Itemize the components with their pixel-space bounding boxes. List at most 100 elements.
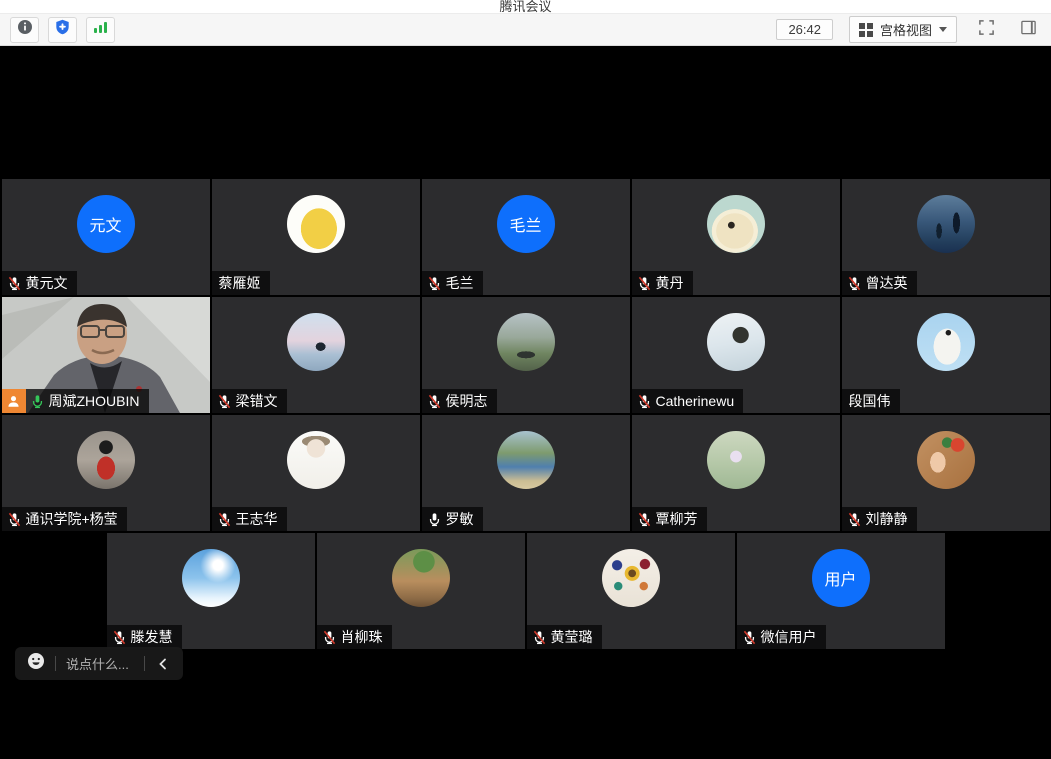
participant-name: 罗敏 [446,509,474,529]
mic-active-icon [30,394,45,409]
participant-name-label: 梁错文 [212,389,287,413]
participant-name: 毛兰 [446,273,474,293]
mic-muted-icon [637,394,652,409]
participant-name-label: 段国伟 [842,389,900,413]
participant-tile[interactable]: 段国伟 [842,297,1050,413]
participant-name: 王志华 [236,509,278,529]
participant-tile[interactable]: 侯明志 [422,297,630,413]
participant-tile[interactable]: 用户微信用户 [737,533,945,649]
security-button[interactable] [48,17,77,43]
participant-name: 梁错文 [236,391,278,411]
participant-name: 侯明志 [446,391,488,411]
participant-name-label: 罗敏 [422,507,483,531]
participant-tile[interactable]: 蔡雁姬 [212,179,420,295]
participant-name: 肖柳珠 [341,627,383,647]
chevron-left-icon[interactable] [155,656,171,672]
participant-tile[interactable]: 通识学院+杨莹 [2,415,210,531]
chat-input-bar[interactable]: 说点什么... [15,647,183,680]
view-mode-label: 宫格视图 [880,20,932,39]
participant-name: 段国伟 [849,391,891,411]
participant-tile[interactable]: Catherinewu [632,297,840,413]
participant-name: 滕发慧 [131,627,173,647]
participant-tile[interactable]: 周斌ZHOUBIN [2,297,210,413]
info-icon [17,19,33,40]
participant-name-label: 黄丹 [632,271,693,295]
sidebar-toggle-icon [1020,19,1037,41]
mic-muted-icon [112,630,127,645]
mic-muted-icon [7,512,22,527]
participant-tile[interactable]: 覃柳芳 [632,415,840,531]
participant-tile[interactable]: 罗敏 [422,415,630,531]
participant-tile[interactable]: 曾达英 [842,179,1050,295]
participant-avatar [392,549,450,607]
meeting-toolbar: 26:42 宫格视图 [0,14,1051,46]
participant-avatar [287,313,345,371]
mic-muted-icon [637,276,652,291]
participant-tile[interactable]: 黄莹璐 [527,533,735,649]
participant-tile[interactable]: 黄丹 [632,179,840,295]
participant-tile[interactable]: 肖柳珠 [317,533,525,649]
participant-name-label: 王志华 [212,507,287,531]
chat-message-input[interactable]: 说点什么... [66,654,134,673]
mic-muted-icon [847,512,862,527]
participant-tile[interactable]: 毛兰毛兰 [422,179,630,295]
participant-name: 黄莹璐 [551,627,593,647]
participant-tile[interactable]: 元文黄元文 [2,179,210,295]
participant-grid-row: 周斌ZHOUBIN 梁错文 侯明志 Catherinewu 段国伟 [0,297,1051,413]
mic-muted-icon [742,630,757,645]
participant-name-label: 刘静静 [842,507,917,531]
participant-avatar [287,195,345,253]
participant-avatar [497,431,555,489]
participant-name-label: 侯明志 [422,389,497,413]
divider [144,656,145,671]
participant-avatar [287,431,345,489]
info-button[interactable] [10,17,39,43]
video-grid-area: 元文黄元文蔡雁姬毛兰毛兰黄丹曾达英 周斌ZHOUBIN梁错文侯明志Catheri… [0,46,1051,759]
participant-avatar [707,313,765,371]
participant-name-label: 覃柳芳 [632,507,707,531]
host-badge-icon [2,389,26,413]
participant-name: 曾达英 [866,273,908,293]
smiley-icon[interactable] [27,652,45,675]
participant-grid: 元文黄元文蔡雁姬毛兰毛兰黄丹曾达英 周斌ZHOUBIN梁错文侯明志Catheri… [0,179,1051,649]
fullscreen-button[interactable] [973,18,999,42]
mic-muted-icon [427,276,442,291]
fullscreen-icon [978,19,995,41]
participant-name: 通识学院+杨莹 [26,509,118,529]
sidebar-toggle-button[interactable] [1015,18,1041,42]
participant-tile[interactable]: 刘静静 [842,415,1050,531]
mic-muted-icon [217,512,232,527]
participant-name: 蔡雁姬 [219,273,261,293]
participant-avatar [917,431,975,489]
participant-grid-row: 滕发慧 肖柳珠 黄莹璐 用户微信用户 [0,533,1051,649]
participant-avatar: 用户 [812,549,870,607]
participant-avatar [917,195,975,253]
participant-tile[interactable]: 滕发慧 [107,533,315,649]
mic-muted-icon [427,394,442,409]
participant-name: 刘静静 [866,509,908,529]
participant-name: 覃柳芳 [656,509,698,529]
network-signal-icon [93,20,108,39]
participant-name: 微信用户 [761,627,817,647]
participant-avatar: 元文 [77,195,135,253]
participant-avatar [917,313,975,371]
participant-avatar [182,549,240,607]
toolbar-left [10,17,115,43]
participant-name-label: 周斌ZHOUBIN [2,389,149,413]
network-quality-button[interactable] [86,17,115,43]
participant-avatar [707,195,765,253]
view-mode-button[interactable]: 宫格视图 [849,16,957,43]
participant-name-label: 滕发慧 [107,625,182,649]
mic-muted-icon [7,276,22,291]
participant-avatar: 毛兰 [497,195,555,253]
participant-tile[interactable]: 梁错文 [212,297,420,413]
participant-name-label: 肖柳珠 [317,625,392,649]
participant-name-label: 黄元文 [2,271,77,295]
participant-tile[interactable]: 王志华 [212,415,420,531]
participant-name-label: 黄莹璐 [527,625,602,649]
participant-name-label: 毛兰 [422,271,483,295]
tencent-meeting-window: 腾讯会议 26:42 宫格视图 [0,0,1051,759]
participant-name-label: 曾达英 [842,271,917,295]
participant-name-label: 通识学院+杨莹 [2,507,127,531]
window-title: 腾讯会议 [0,0,1051,14]
